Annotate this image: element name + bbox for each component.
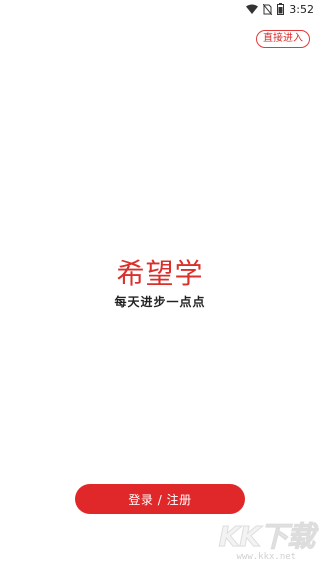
- logo-slogan: 每天进步一点点: [114, 295, 206, 309]
- watermark-logo: KK下载: [218, 520, 315, 553]
- wifi-icon: [246, 4, 259, 14]
- skip-button[interactable]: 直接进入: [256, 30, 310, 48]
- app-logo: 希望学 每天进步一点点: [0, 258, 320, 310]
- login-register-button[interactable]: 登录 / 注册: [75, 484, 245, 514]
- no-sim-icon: [263, 3, 273, 15]
- watermark-url: www.kkx.net: [236, 552, 297, 562]
- status-bar: 3:52: [0, 0, 320, 18]
- status-time: 3:52: [289, 2, 314, 16]
- watermark: KK下载 www.kkx.net: [218, 520, 315, 562]
- splash-screen: 3:52 直接进入 希望学 每天进步一点点 登录 / 注册 KK下载 www.k…: [0, 0, 320, 570]
- battery-icon: [277, 3, 285, 15]
- logo-title: 希望学: [116, 257, 204, 290]
